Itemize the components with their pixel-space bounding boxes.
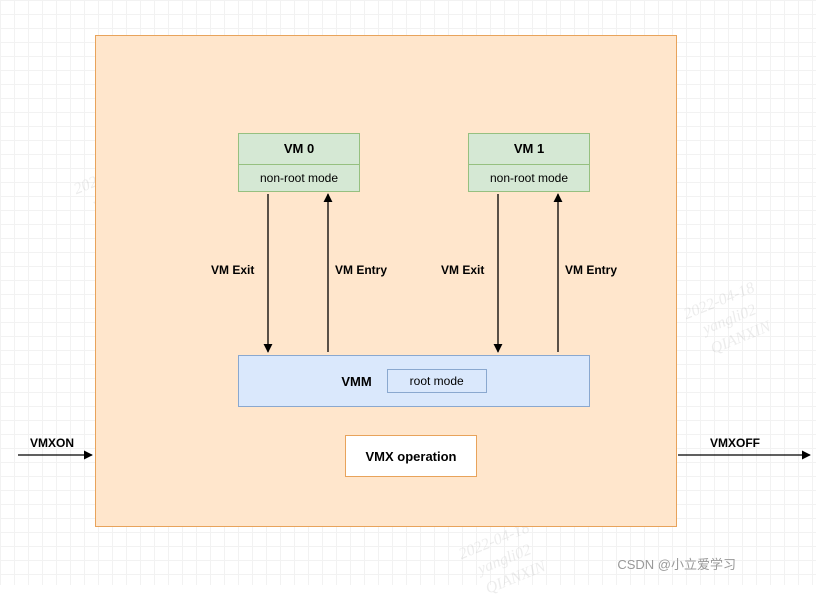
vm1-title: VM 1: [469, 134, 589, 165]
vm1-exit-label: VM Exit: [441, 263, 484, 277]
credit-text: CSDN @小立爱学习: [617, 554, 736, 573]
vmm-box: VMM root mode: [238, 355, 590, 407]
vm1-entry-label: VM Entry: [565, 263, 617, 277]
vm0-entry-label: VM Entry: [335, 263, 387, 277]
vm0-title: VM 0: [239, 134, 359, 165]
vm0-exit-label: VM Exit: [211, 263, 254, 277]
root-mode-label: root mode: [387, 369, 487, 393]
vm0-mode: non-root mode: [239, 165, 359, 191]
vmxoff-label: VMXOFF: [710, 436, 760, 450]
vm1-mode: non-root mode: [469, 165, 589, 191]
vmxon-label: VMXON: [30, 436, 74, 450]
vm1-box: VM 1 non-root mode: [468, 133, 590, 192]
vmx-operation-label: VMX operation: [365, 449, 456, 464]
vm0-box: VM 0 non-root mode: [238, 133, 360, 192]
vmm-label: VMM: [341, 374, 371, 389]
vmx-operation-box: VMX operation: [345, 435, 477, 477]
